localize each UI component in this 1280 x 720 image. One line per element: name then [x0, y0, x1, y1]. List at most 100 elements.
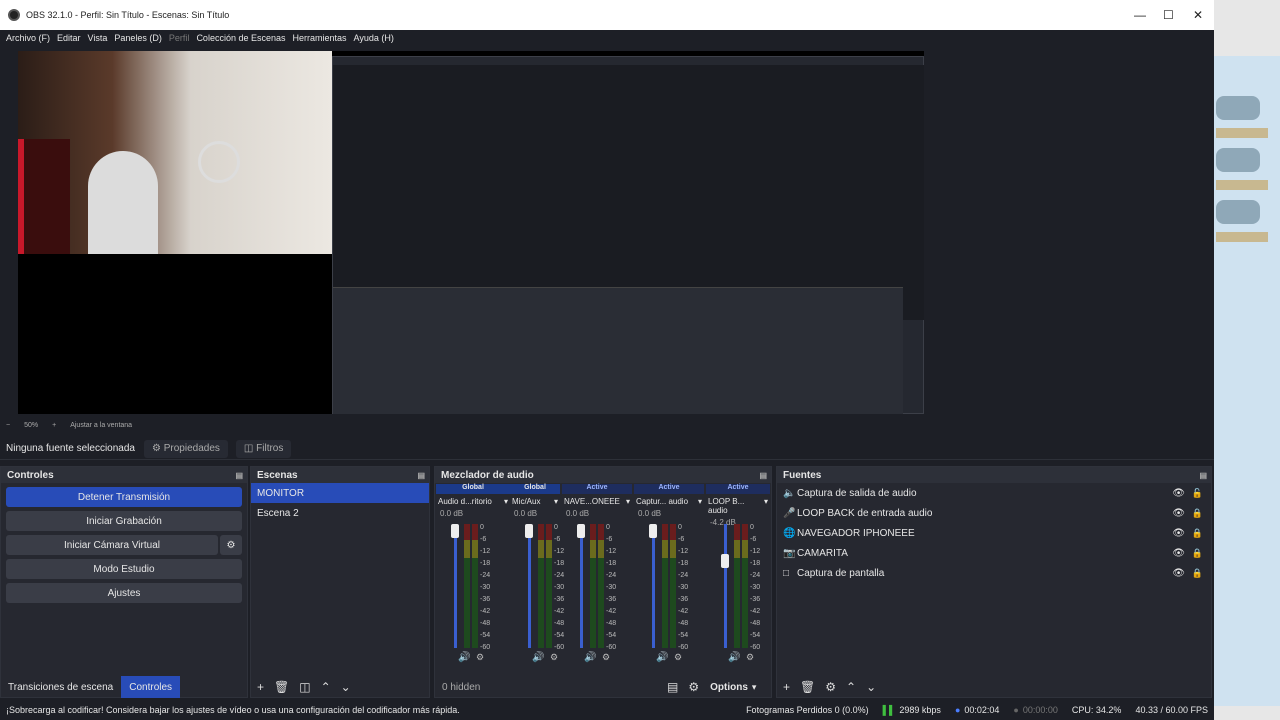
mixer-channel: Global Mic/Aux ▾ 0.0 dB 0 -6 -12 -18 -24 -30 -36 -4… — [510, 484, 564, 670]
trash-icon[interactable]: 🗑 — [274, 680, 289, 694]
fader-knob[interactable] — [525, 524, 533, 538]
menu-perfil[interactable]: Perfil — [169, 33, 190, 43]
chevron-down-icon[interactable]: ▾ — [698, 497, 702, 506]
title-bar: OBS 32.1.0 - Perfil: Sin Título - Escena… — [0, 0, 1214, 30]
down-arrow-icon[interactable]: ⌄ — [866, 680, 876, 694]
unlock-icon[interactable]: 🔓 — [1192, 488, 1203, 499]
daw-timeline — [1214, 56, 1280, 706]
dock-popout-icon[interactable]: ▤ — [417, 471, 425, 480]
add-icon[interactable]: + — [257, 680, 264, 694]
source-item[interactable]: 📷 CAMARITA 👁 🔒 — [777, 543, 1211, 563]
menu-herramientas[interactable]: Herramientas — [293, 33, 347, 43]
fader-knob[interactable] — [451, 524, 459, 538]
chevron-down-icon[interactable]: ▾ — [626, 497, 630, 506]
eye-icon[interactable]: 👁 — [1172, 488, 1185, 499]
chevron-down-icon[interactable]: ▾ — [554, 497, 558, 506]
down-arrow-icon[interactable]: ⌄ — [341, 680, 351, 694]
lock-icon[interactable]: 🔒 — [1192, 568, 1203, 579]
volume-fader[interactable] — [528, 524, 531, 648]
options-button[interactable]: Options — [710, 682, 748, 693]
meter-scale: 0 -6 -12 -18 -24 -30 -36 -42 -48 -54 -60 — [606, 522, 616, 654]
monitor-settings-icon[interactable]: ⚙ — [602, 652, 610, 663]
fader-knob[interactable] — [577, 524, 585, 538]
channel-tag: Global — [436, 484, 510, 494]
speaker-icon[interactable]: 🔊 — [458, 652, 470, 663]
tab-transitions[interactable]: Transiciones de escena — [0, 676, 121, 698]
menu-editar[interactable]: Editar — [57, 33, 81, 43]
source-item[interactable]: 🔈 Captura de salida de audio 👁 🔓 — [777, 483, 1211, 503]
scale-tick: -48 — [678, 620, 689, 627]
monitor-settings-icon[interactable]: ⚙ — [476, 652, 484, 663]
studio-mode-button[interactable]: Modo Estudio — [6, 559, 242, 579]
channel-name-row[interactable]: Audio d...ritorio ▾ — [436, 494, 510, 509]
settings-button[interactable]: Ajustes — [6, 583, 242, 603]
menu-ayuda[interactable]: Ayuda (H) — [354, 33, 394, 43]
scale-tick: -54 — [480, 632, 491, 639]
scale-tick: -6 — [480, 536, 487, 543]
filters-button[interactable]: ◫ Filtros — [235, 439, 292, 458]
volume-fader[interactable] — [454, 524, 457, 648]
maximize-icon[interactable]: ☐ — [1163, 8, 1174, 22]
channel-name-row[interactable]: LOOP B... audio ▾ — [706, 494, 770, 518]
fader-knob[interactable] — [649, 524, 657, 538]
menu-coleccion[interactable]: Colección de Escenas — [196, 33, 285, 43]
lock-icon[interactable]: 🔒 — [1192, 528, 1203, 539]
monitor-settings-icon[interactable]: ⚙ — [550, 652, 558, 663]
speaker-icon[interactable]: 🔊 — [656, 652, 668, 663]
chevron-down-icon[interactable]: ▾ — [764, 497, 768, 515]
advanced-audio-icon[interactable]: ⚙ — [688, 680, 699, 694]
source-name: Captura de salida de audio — [797, 487, 917, 499]
gear-icon[interactable]: ⚙ — [825, 680, 836, 694]
scene-item[interactable]: MONITOR — [251, 483, 429, 503]
trash-icon[interactable]: 🗑 — [800, 680, 815, 694]
scene-item[interactable]: Escena 2 — [251, 503, 429, 523]
camera-feed — [18, 51, 332, 254]
volume-fader[interactable] — [724, 524, 727, 648]
program-preview[interactable] — [18, 51, 924, 414]
dock-popout-icon[interactable]: ▤ — [235, 471, 243, 480]
speaker-icon[interactable]: 🔊 — [728, 652, 740, 663]
close-icon[interactable]: ✕ — [1193, 8, 1203, 22]
up-arrow-icon[interactable]: ⌃ — [321, 680, 331, 694]
layout-icon[interactable]: ▤ — [667, 680, 678, 694]
eye-icon[interactable]: 👁 — [1172, 548, 1185, 559]
filter-icon[interactable]: ◫ — [299, 680, 310, 694]
menu-paneles[interactable]: Paneles (D) — [114, 33, 162, 43]
lock-icon[interactable]: 🔒 — [1192, 548, 1203, 559]
start-virtual-camera-button[interactable]: Iniciar Cámara Virtual — [6, 535, 218, 555]
menu-vista[interactable]: Vista — [88, 33, 108, 43]
meter-scale: 0 -6 -12 -18 -24 -30 -36 -42 -48 -54 -60 — [750, 522, 760, 654]
monitor-settings-icon[interactable]: ⚙ — [674, 652, 682, 663]
fit-window-button[interactable]: Ajustar a la ventana — [70, 422, 132, 429]
monitor-settings-icon[interactable]: ⚙ — [746, 652, 754, 663]
fader-knob[interactable] — [721, 554, 729, 568]
channel-name-row[interactable]: NAVE...ONEEE ▾ — [562, 494, 632, 509]
dock-popout-icon[interactable]: ▤ — [1199, 471, 1207, 480]
channel-name-row[interactable]: Mic/Aux ▾ — [510, 494, 560, 509]
minimize-icon[interactable]: — — [1134, 8, 1146, 22]
add-icon[interactable]: + — [783, 680, 790, 694]
dock-popout-icon[interactable]: ▤ — [759, 471, 767, 480]
up-arrow-icon[interactable]: ⌃ — [846, 680, 856, 694]
eye-icon[interactable]: 👁 — [1172, 568, 1185, 579]
speaker-icon[interactable]: 🔊 — [584, 652, 596, 663]
tab-controls[interactable]: Controles — [121, 676, 181, 698]
eye-icon[interactable]: 👁 — [1172, 508, 1185, 519]
zoom-in-button[interactable]: + — [52, 422, 56, 429]
source-item[interactable]: 🎤 LOOP BACK de entrada audio 👁 🔒 — [777, 503, 1211, 523]
virtual-camera-settings-icon[interactable]: ⚙ — [220, 535, 242, 555]
lock-icon[interactable]: 🔒 — [1192, 508, 1203, 519]
source-item[interactable]: □ Captura de pantalla 👁 🔒 — [777, 563, 1211, 583]
source-item[interactable]: 🌐 NAVEGADOR IPHONEEE 👁 🔒 — [777, 523, 1211, 543]
chevron-down-icon[interactable]: ▾ — [504, 497, 508, 506]
speaker-icon[interactable]: 🔊 — [532, 652, 544, 663]
start-recording-button[interactable]: Iniciar Grabación — [6, 511, 242, 531]
stop-stream-button[interactable]: Detener Transmisión — [6, 487, 242, 507]
channel-name-row[interactable]: Captur... audio ▾ — [634, 494, 704, 509]
menu-archivo[interactable]: Archivo (F) — [6, 33, 50, 43]
eye-icon[interactable]: 👁 — [1172, 528, 1185, 539]
volume-fader[interactable] — [652, 524, 655, 648]
volume-fader[interactable] — [580, 524, 583, 648]
zoom-out-button[interactable]: − — [6, 422, 10, 429]
properties-button[interactable]: ⚙ Propiedades — [144, 439, 228, 458]
